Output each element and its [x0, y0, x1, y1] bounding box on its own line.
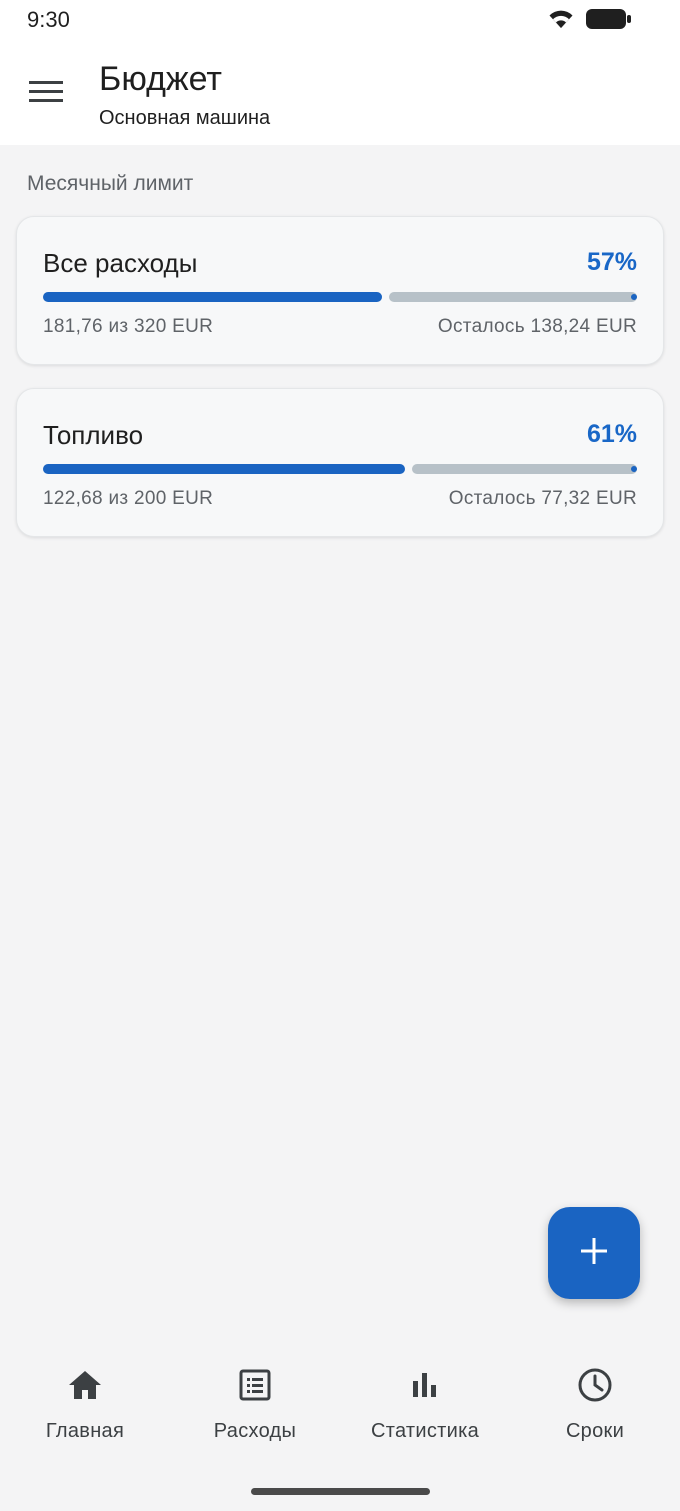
- progress-remaining: [412, 464, 637, 474]
- progress-end-dot: [631, 466, 637, 472]
- card-title: Все расходы: [43, 248, 198, 278]
- nav-label: Сроки: [565, 1420, 625, 1442]
- status-bar: 9:30: [0, 0, 680, 40]
- progress-remaining: [389, 292, 637, 302]
- home-icon: [68, 1366, 102, 1404]
- list-icon: [239, 1366, 271, 1404]
- budget-card-fuel[interactable]: Топливо 61% 122,68 из 200 EUR Осталось 7…: [16, 388, 664, 537]
- clock-icon: [577, 1366, 613, 1404]
- page-subtitle: Основная машина: [99, 107, 271, 129]
- battery-icon: [586, 8, 632, 35]
- menu-button[interactable]: [22, 74, 70, 114]
- card-percent: 57%: [586, 248, 637, 276]
- nav-item-home[interactable]: Главная: [0, 1366, 170, 1456]
- home-indicator: [251, 1488, 430, 1495]
- bar-chart-icon: [410, 1366, 440, 1404]
- nav-label: Главная: [45, 1420, 125, 1442]
- plus-icon: [581, 1237, 607, 1269]
- nav-label: Расходы: [213, 1420, 297, 1442]
- budget-card-all-expenses[interactable]: Все расходы 57% 181,76 из 320 EUR Остало…: [16, 216, 664, 365]
- progress-fill: [43, 292, 382, 302]
- nav-item-statistics[interactable]: Статистика: [340, 1366, 510, 1456]
- menu-icon: [29, 80, 63, 109]
- progress-fill: [43, 464, 405, 474]
- card-title: Топливо: [43, 420, 144, 450]
- nav-item-deadlines[interactable]: Сроки: [510, 1366, 680, 1456]
- progress-bar: [43, 464, 637, 474]
- card-percent: 61%: [586, 420, 637, 448]
- page-title: Бюджет: [99, 60, 223, 98]
- wifi-icon: [548, 8, 574, 35]
- app-bar: Бюджет Основная машина: [0, 40, 680, 145]
- nav-item-expenses[interactable]: Расходы: [170, 1366, 340, 1456]
- nav-label: Статистика: [370, 1420, 480, 1442]
- card-spent: 181,76 из 320 EUR: [43, 316, 214, 337]
- section-label: Месячный лимит: [27, 172, 194, 195]
- progress-bar: [43, 292, 637, 302]
- add-expense-button[interactable]: [548, 1207, 640, 1299]
- bottom-navigation: Главная Расходы Статистика Сроки: [0, 1338, 680, 1511]
- status-time: 9:30: [27, 7, 70, 32]
- card-remaining: Осталось 138,24 EUR: [437, 316, 637, 337]
- progress-end-dot: [631, 294, 637, 300]
- card-spent: 122,68 из 200 EUR: [43, 488, 214, 509]
- status-icons: [548, 8, 632, 35]
- card-remaining: Осталось 77,32 EUR: [448, 488, 637, 509]
